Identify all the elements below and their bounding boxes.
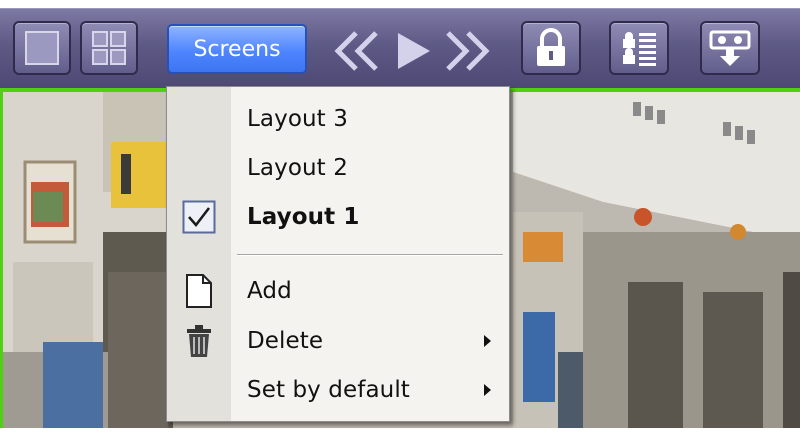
menu-item-label: Add bbox=[247, 278, 292, 304]
grid-view-icon bbox=[92, 31, 126, 65]
lock-button[interactable] bbox=[521, 21, 581, 75]
menu-item-layout-3[interactable]: Layout 3 bbox=[167, 99, 509, 139]
event-list-icon bbox=[623, 32, 656, 66]
next-layout-icon[interactable] bbox=[446, 31, 490, 71]
single-view-icon bbox=[25, 31, 59, 65]
menu-separator bbox=[237, 254, 503, 256]
checkmark-icon bbox=[179, 197, 219, 237]
grid-view-button[interactable] bbox=[80, 21, 138, 75]
event-list-button[interactable] bbox=[609, 21, 669, 75]
screens-context-menu: Layout 3 Layout 2 Layout 1 Add Delete Se… bbox=[166, 86, 510, 422]
prev-layout-icon[interactable] bbox=[334, 31, 378, 71]
menu-item-label: Layout 2 bbox=[247, 155, 348, 181]
trash-icon bbox=[179, 321, 219, 361]
archive-download-button[interactable] bbox=[700, 21, 760, 75]
menu-item-add[interactable]: Add bbox=[167, 271, 509, 311]
menu-item-layout-2[interactable]: Layout 2 bbox=[167, 148, 509, 188]
menu-item-label: Layout 1 bbox=[247, 204, 360, 230]
lock-icon bbox=[537, 28, 565, 66]
toolbar: Screens bbox=[0, 8, 800, 88]
submenu-arrow-icon bbox=[484, 335, 491, 347]
play-icon[interactable] bbox=[398, 33, 430, 69]
menu-item-label: Layout 3 bbox=[247, 106, 348, 132]
menu-item-label: Set by default bbox=[247, 377, 410, 403]
menu-item-delete[interactable]: Delete bbox=[167, 321, 509, 361]
submenu-arrow-icon bbox=[484, 384, 491, 396]
single-view-button[interactable] bbox=[13, 21, 71, 75]
menu-item-set-by-default[interactable]: Set by default bbox=[167, 370, 509, 410]
new-document-icon bbox=[179, 271, 219, 311]
cassette-download-icon bbox=[709, 30, 751, 66]
screens-button[interactable]: Screens bbox=[167, 24, 307, 74]
layout-navigation bbox=[332, 29, 496, 73]
menu-item-label: Delete bbox=[247, 328, 324, 354]
menu-item-layout-1[interactable]: Layout 1 bbox=[167, 197, 509, 237]
